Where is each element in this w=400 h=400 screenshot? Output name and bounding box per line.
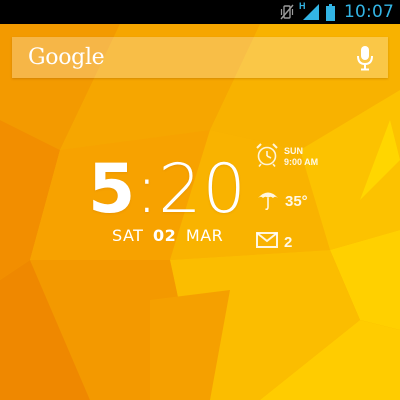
battery-icon (326, 3, 335, 21)
vibrate-icon (280, 4, 294, 20)
status-bar: H 10:07 (0, 0, 400, 24)
umbrella-icon (256, 187, 280, 215)
signal-icon: H (299, 1, 319, 20)
clock-minutes: 20 (158, 150, 247, 229)
mail-info[interactable]: 2 (256, 231, 292, 253)
alarm-info[interactable]: SUN 9:00 AM (256, 143, 318, 171)
date-month: MAR (185, 226, 224, 245)
clock-widget[interactable]: 5:20 SAT 02 MAR (88, 150, 246, 246)
google-search-bar[interactable]: Google (12, 37, 388, 78)
alarm-time: 9:00 AM (284, 157, 319, 167)
mic-icon[interactable] (356, 45, 374, 71)
mail-count: 2 (284, 233, 293, 251)
alarm-day: SUN (284, 146, 304, 156)
status-time: 10:07 (344, 2, 394, 22)
google-logo[interactable]: Google (28, 45, 356, 70)
network-type-label: H (299, 1, 306, 11)
date-weekday: SAT (112, 226, 144, 245)
clock-date: SAT 02 MAR (112, 226, 238, 245)
alarm-clock-icon (256, 143, 278, 171)
weather-temperature: 35° (285, 192, 308, 210)
weather-info[interactable]: 35° (256, 187, 308, 215)
alarm-text: SUN 9:00 AM (284, 146, 318, 168)
date-day: 02 (153, 226, 177, 245)
gmail-icon (256, 231, 278, 253)
clock-time: 5:20 (88, 150, 246, 229)
clock-hour: 5 (88, 150, 136, 229)
clock-separator: : (135, 150, 159, 229)
